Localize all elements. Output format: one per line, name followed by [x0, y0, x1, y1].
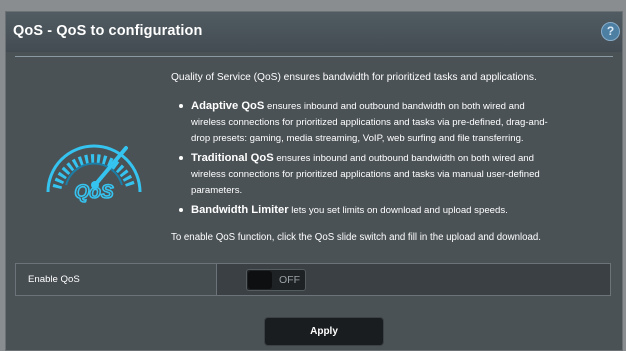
list-item-adaptive-qos: Adaptive QoS ensures inbound and outboun…: [179, 98, 611, 147]
feature-text: wireless connections for prioritized app…: [191, 169, 540, 180]
feature-text: parameters.: [191, 185, 243, 196]
enable-qos-label: Enable QoS: [28, 274, 80, 285]
help-icon[interactable]: ?: [601, 22, 620, 41]
enable-qos-label-cell: Enable QoS: [16, 264, 217, 295]
apply-button[interactable]: Apply: [264, 317, 384, 346]
feature-text: ensures inbound and outbound bandwidth o…: [264, 101, 525, 112]
feature-text: ensures inbound and outbound bandwidth o…: [273, 153, 534, 164]
list-item-traditional-qos: Traditional QoS ensures inbound and outb…: [179, 150, 611, 199]
panel-header: QoS - QoS to configuration ?: [6, 12, 622, 52]
feature-term: Traditional QoS: [191, 152, 274, 164]
enable-qos-toggle[interactable]: OFF: [246, 269, 306, 291]
feature-term: Bandwidth Limiter: [191, 204, 289, 216]
feature-text: wireless connections for prioritized app…: [191, 117, 548, 128]
feature-text: drop presets: gaming, media streaming, V…: [191, 133, 524, 144]
divider: [15, 56, 613, 57]
qos-speedometer-icon: QoS: [46, 144, 142, 204]
enable-instructions: To enable QoS function, click the QoS sl…: [171, 232, 541, 243]
enable-qos-row: Enable QoS OFF: [15, 263, 611, 296]
feature-list: Adaptive QoS ensures inbound and outboun…: [179, 98, 611, 222]
intro-text: Quality of Service (QoS) ensures bandwid…: [171, 72, 537, 83]
feature-text: lets you set limits on download and uplo…: [288, 205, 508, 216]
toggle-knob[interactable]: [248, 271, 272, 289]
qos-logo-text: QoS: [74, 182, 113, 203]
feature-term: Adaptive QoS: [191, 100, 265, 112]
page-title: QoS - QoS to configuration: [13, 23, 203, 39]
toggle-state-label: OFF: [279, 274, 300, 286]
list-item-bandwidth-limiter: Bandwidth Limiter lets you set limits on…: [179, 202, 611, 219]
qos-config-panel: QoS - QoS to configuration ? QoS Quality…: [5, 11, 623, 351]
